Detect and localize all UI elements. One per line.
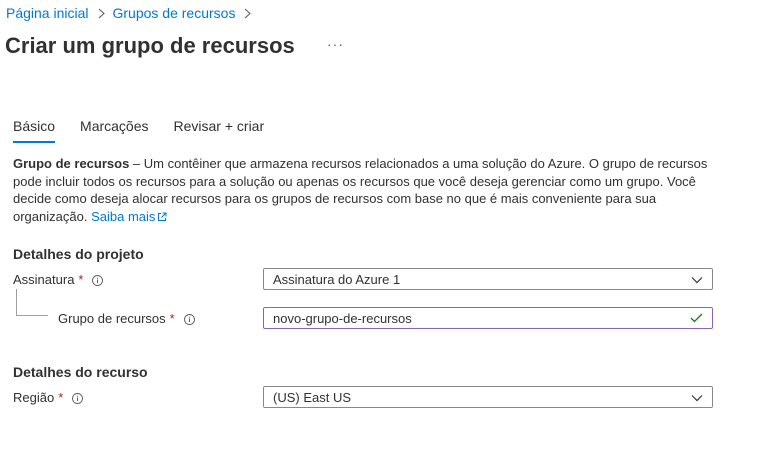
subscription-label: Assinatura *: [13, 272, 104, 287]
info-icon[interactable]: [72, 392, 84, 404]
info-icon[interactable]: [183, 313, 195, 325]
tab-bar: Básico Marcações Revisar + criar: [13, 118, 289, 143]
region-dropdown[interactable]: (US) East US: [263, 386, 713, 408]
project-details-heading: Detalhes do projeto: [13, 246, 144, 262]
region-label: Região *: [13, 390, 84, 405]
subscription-dropdown[interactable]: Assinatura do Azure 1: [263, 268, 713, 290]
tab-tags[interactable]: Marcações: [80, 118, 148, 143]
chevron-right-icon: [244, 8, 252, 19]
breadcrumb-home-link[interactable]: Página inicial: [6, 5, 89, 21]
region-value: (US) East US: [273, 389, 352, 405]
info-icon[interactable]: [92, 274, 104, 286]
more-options-button[interactable]: ···: [327, 36, 344, 52]
resource-group-input[interactable]: novo-grupo-de-recursos: [263, 307, 713, 329]
breadcrumb-resource-groups-link[interactable]: Grupos de recursos: [113, 5, 236, 21]
page-title: Criar um grupo de recursos: [5, 33, 295, 58]
resource-group-value: novo-grupo-de-recursos: [273, 310, 412, 326]
chevron-right-icon: [98, 8, 105, 19]
subscription-value: Assinatura do Azure 1: [273, 271, 401, 287]
breadcrumb: Página inicial Grupos de recursos: [6, 5, 259, 21]
resource-details-heading: Detalhes do recurso: [13, 364, 148, 380]
chevron-down-icon: [691, 390, 703, 405]
required-indicator: *: [169, 311, 175, 326]
description-text: Grupo de recursos – Um contêiner que arm…: [13, 155, 713, 226]
external-link-icon: [157, 209, 167, 227]
required-indicator: *: [78, 272, 84, 287]
hierarchy-connector: [16, 289, 48, 316]
tab-review-create[interactable]: Revisar + criar: [174, 118, 265, 143]
required-indicator: *: [58, 390, 64, 405]
learn-more-link[interactable]: Saiba mais: [91, 209, 167, 224]
checkmark-icon: [690, 311, 703, 326]
tab-basics[interactable]: Básico: [13, 118, 56, 143]
description-bold-term: Grupo de recursos: [13, 156, 130, 171]
resource-group-label: Grupo de recursos *: [58, 311, 195, 326]
chevron-down-icon: [691, 272, 703, 287]
